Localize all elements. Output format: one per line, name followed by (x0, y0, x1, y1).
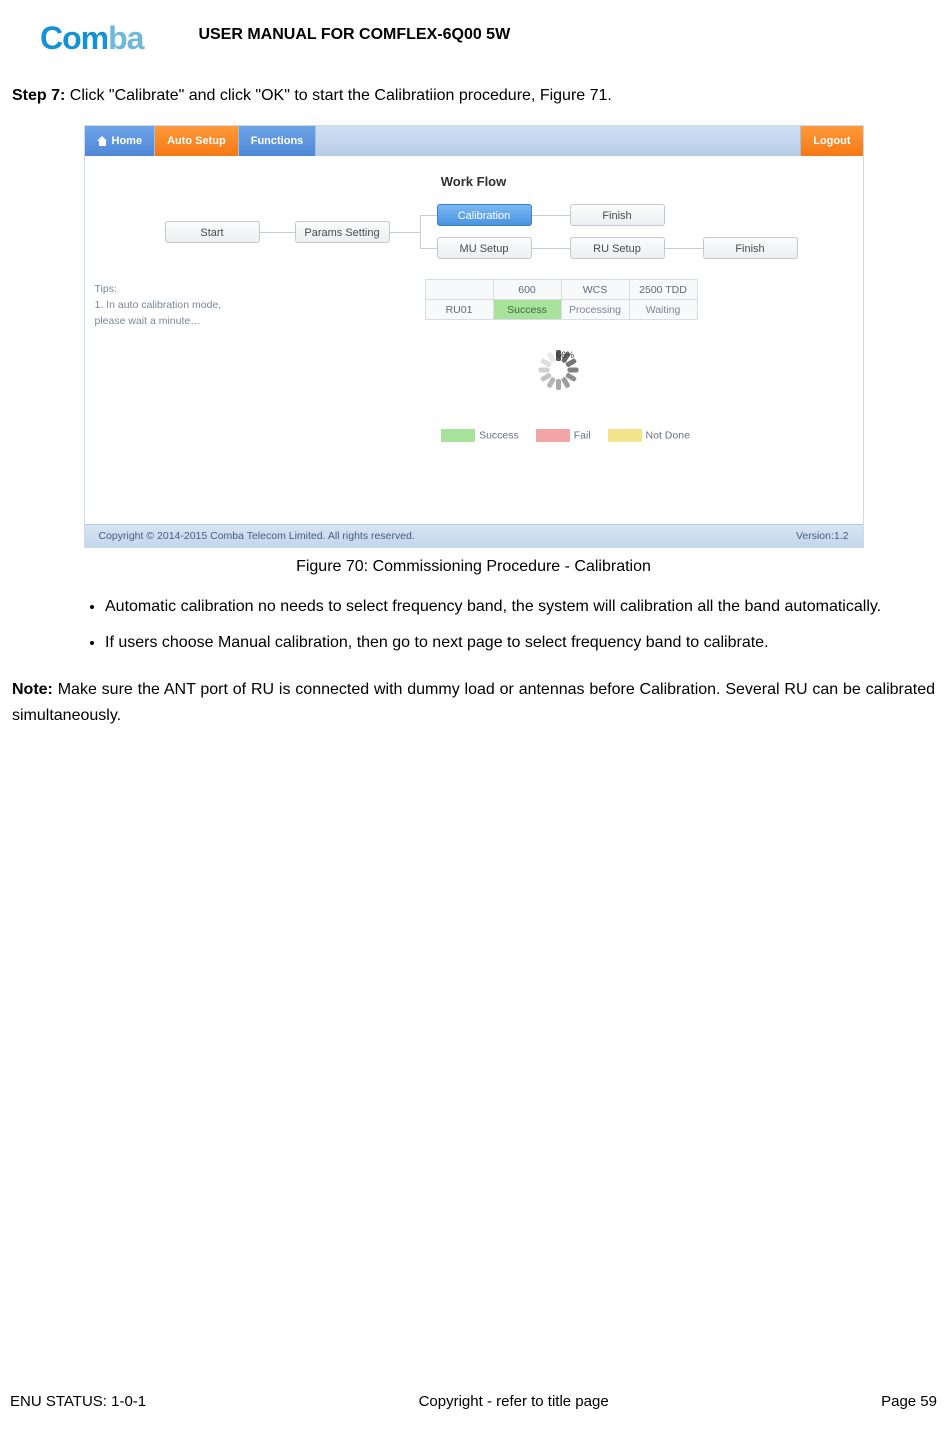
status-col-wcs: WCS (561, 280, 629, 300)
brand-logo: Comba (40, 20, 143, 57)
status-legend: Success Fail Not Done (295, 429, 823, 442)
legend-success-swatch (441, 429, 475, 442)
nav-logout-label: Logout (813, 135, 850, 147)
app-screenshot: Home Auto Setup Functions Logout Work Fl… (84, 125, 864, 548)
status-table: 600 WCS 2500 TDD RU01 Success Processing… (425, 279, 698, 320)
list-item: Automatic calibration no needs to select… (105, 591, 927, 623)
nav-home-button[interactable]: Home (85, 126, 156, 156)
footer-copyright: Copyright - refer to title page (419, 1393, 609, 1410)
workflow-diagram: Start Params Setting Calibration Finish … (125, 199, 823, 264)
footer-page-number: Page 59 (881, 1393, 937, 1410)
wf-node-params: Params Setting (295, 221, 390, 243)
status-col-600: 600 (493, 280, 561, 300)
note-body: Make sure the ANT port of RU is connecte… (12, 681, 935, 724)
app-footer: Copyright © 2014-2015 Comba Telecom Limi… (85, 524, 863, 547)
nav-auto-label: Auto Setup (167, 135, 226, 147)
step-instruction: Step 7: Click "Calibrate" and click "OK"… (12, 87, 937, 105)
document-title: USER MANUAL FOR COMFLEX-6Q00 5W (198, 26, 510, 44)
footer-status: ENU STATUS: 1-0-1 (10, 1393, 146, 1410)
wf-node-finish-bottom: Finish (703, 237, 798, 259)
wf-node-finish-top: Finish (570, 204, 665, 226)
app-copyright: Copyright © 2014-2015 Comba Telecom Limi… (99, 530, 415, 542)
legend-notdone-swatch (608, 429, 642, 442)
figure-caption: Figure 70: Commissioning Procedure - Cal… (10, 558, 937, 576)
app-version: Version:1.2 (796, 530, 849, 542)
nav-logout-button[interactable]: Logout (800, 126, 862, 156)
table-row: RU01 Success Processing Waiting (425, 300, 697, 320)
spinner-percent: 66% (556, 350, 561, 361)
nav-functions-button[interactable]: Functions (239, 126, 317, 156)
note-paragraph: Note: Make sure the ANT port of RU is co… (10, 677, 937, 728)
nav-auto-setup-button[interactable]: Auto Setup (155, 126, 239, 156)
tips-body: 1. In auto calibration mode, please wait… (95, 298, 245, 330)
note-label: Note: (12, 681, 53, 698)
loading-spinner-icon: 66% (539, 350, 579, 390)
wf-node-start: Start (165, 221, 260, 243)
status-col-blank (425, 280, 493, 300)
page-footer: ENU STATUS: 1-0-1 Copyright - refer to t… (10, 1393, 937, 1410)
nav-functions-label: Functions (251, 135, 304, 147)
status-cell-processing: Processing (561, 300, 629, 320)
tips-title: Tips: (95, 282, 245, 298)
wf-node-ru-setup: RU Setup (570, 237, 665, 259)
tips-panel: Tips: 1. In auto calibration mode, pleas… (85, 274, 255, 504)
workflow-title: Work Flow (85, 174, 863, 189)
legend-fail-swatch (536, 429, 570, 442)
status-cell-success: Success (493, 300, 561, 320)
list-item: If users choose Manual calibration, then… (105, 627, 927, 659)
table-row: 600 WCS 2500 TDD (425, 280, 697, 300)
status-cell-waiting: Waiting (629, 300, 697, 320)
bullet-list: Automatic calibration no needs to select… (10, 591, 937, 659)
legend-fail-label: Fail (574, 429, 591, 441)
status-row-label: RU01 (425, 300, 493, 320)
app-navbar: Home Auto Setup Functions Logout (85, 126, 863, 156)
legend-notdone-label: Not Done (646, 429, 690, 441)
step-text: Click "Calibrate" and click "OK" to star… (65, 87, 612, 104)
wf-node-calibration: Calibration (437, 204, 532, 226)
wf-node-mu-setup: MU Setup (437, 237, 532, 259)
logo-part-b: ba (108, 20, 143, 56)
home-icon (97, 136, 108, 146)
logo-part-a: Com (40, 20, 108, 56)
legend-success-label: Success (479, 429, 519, 441)
nav-home-label: Home (112, 135, 143, 147)
status-col-2500tdd: 2500 TDD (629, 280, 697, 300)
step-label: Step 7: (12, 87, 65, 104)
